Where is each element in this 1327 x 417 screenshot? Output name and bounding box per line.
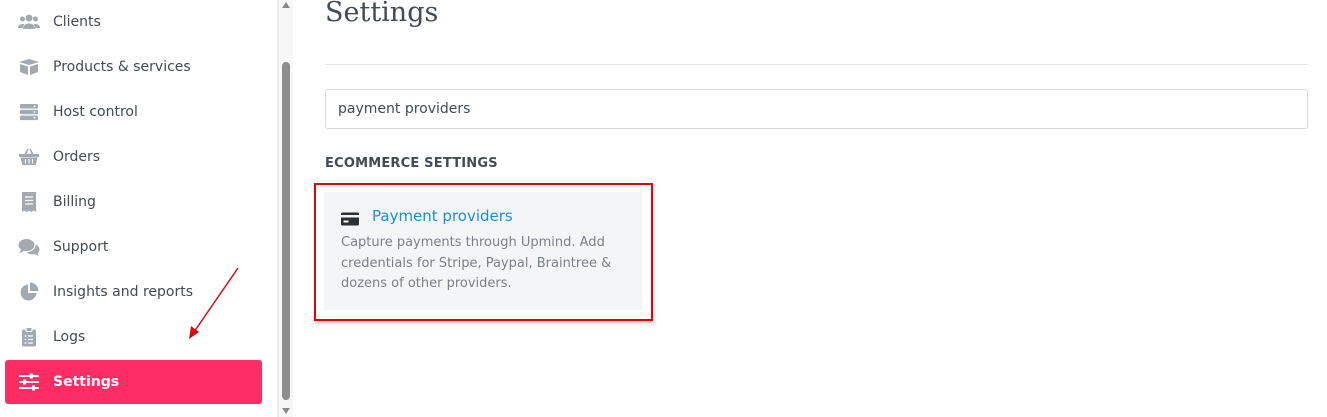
sidebar-item-label: Support [53, 239, 109, 255]
annotation-arrow-icon [189, 267, 239, 339]
credit-card-icon [341, 211, 359, 230]
sidebar-item-settings[interactable]: Settings [5, 360, 262, 404]
sidebar-scrollbar[interactable] [278, 0, 293, 417]
scrollbar-thumb[interactable] [282, 62, 290, 400]
payment-providers-card[interactable]: Payment providers Capture payments throu… [324, 192, 642, 310]
server-icon [18, 101, 40, 123]
page-title: Settings [325, 0, 439, 28]
sidebar-item-products-services[interactable]: Products & services [5, 45, 262, 89]
sliders-icon [18, 371, 40, 393]
sidebar-item-orders[interactable]: Orders [5, 135, 262, 179]
settings-search-input[interactable] [325, 89, 1308, 129]
sidebar-item-label: Settings [53, 374, 120, 390]
sidebar-item-label: Host control [53, 104, 138, 120]
clipboard-icon [18, 326, 40, 348]
sidebar-item-label: Insights and reports [53, 284, 194, 300]
pie-chart-icon [18, 281, 40, 303]
box-icon [18, 56, 40, 78]
users-icon [18, 11, 40, 33]
sidebar-item-billing[interactable]: Billing [5, 180, 262, 224]
title-divider [325, 64, 1308, 65]
scroll-up-arrow-icon[interactable] [282, 2, 290, 8]
sidebar-item-label: Products & services [53, 59, 191, 75]
card-title[interactable]: Payment providers [372, 207, 513, 225]
sidebar-item-label: Billing [53, 194, 96, 210]
sidebar-item-label: Logs [53, 329, 86, 345]
sidebar-item-label: Orders [53, 149, 101, 165]
sidebar-item-host-control[interactable]: Host control [5, 90, 262, 134]
section-heading: ECOMMERCE SETTINGS [325, 156, 498, 171]
basket-icon [18, 146, 40, 168]
sidebar: Clients Products & services Host control… [0, 0, 278, 417]
sidebar-item-label: Clients [53, 14, 101, 30]
scroll-down-arrow-icon[interactable] [282, 408, 290, 414]
sidebar-item-clients[interactable]: Clients [5, 0, 262, 44]
chat-icon [18, 236, 40, 258]
receipt-icon [18, 191, 40, 213]
card-description: Capture payments through Upmind. Add cre… [341, 235, 612, 291]
